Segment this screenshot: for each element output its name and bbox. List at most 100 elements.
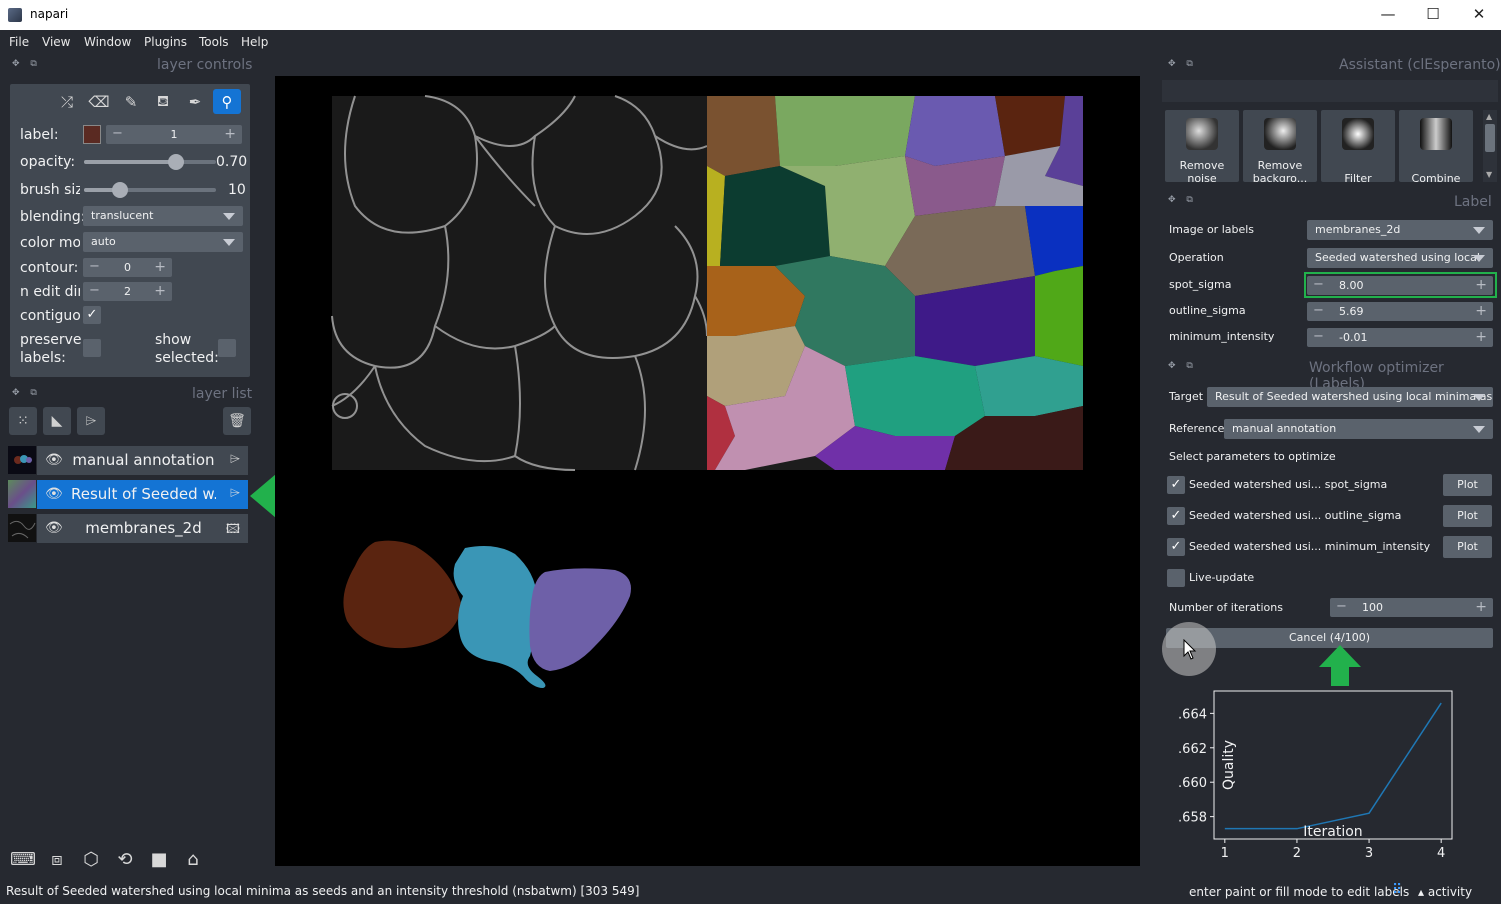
layer-row-membranes-2d[interactable]: 👁 membranes_2d 🖾 (37, 514, 248, 543)
close-button[interactable]: ✕ (1464, 4, 1494, 26)
dock-float-icons[interactable]: ✥ ⧉ (1168, 361, 1197, 371)
plus-icon[interactable]: + (1475, 276, 1487, 294)
remove-background-button[interactable]: Remove backgro... (1243, 110, 1317, 182)
minus-icon[interactable]: − (1313, 276, 1324, 294)
reference-dropdown[interactable]: manual annotation (1224, 419, 1493, 439)
brush-size-slider-handle[interactable] (111, 182, 128, 198)
title-bar: napari — ☐ ✕ (0, 0, 1501, 30)
assistant-scrollbar[interactable]: ▲ ▼ (1483, 110, 1497, 182)
menu-help[interactable]: Help (241, 35, 268, 49)
param-minimum-intensity-checkbox[interactable]: ✓ (1167, 538, 1185, 556)
paintbrush-icon[interactable]: ✎ (117, 89, 145, 114)
menu-view[interactable]: View (42, 35, 70, 49)
layer-name[interactable]: manual annotation (71, 451, 216, 469)
show-selected-checkbox[interactable] (218, 339, 236, 357)
dock-float-icons[interactable]: ✥ ⧉ (1168, 195, 1197, 205)
layer-name[interactable]: membranes_2d (71, 519, 216, 537)
param-outline-sigma-checkbox[interactable]: ✓ (1167, 507, 1185, 525)
menu-window[interactable]: Window (84, 35, 131, 49)
combine-button[interactable]: Combine (1399, 110, 1473, 182)
transpose-dims-icon[interactable]: ⟲ (110, 845, 140, 873)
grid-mode-icon[interactable]: ■ (144, 845, 174, 873)
shuffle-colors-icon[interactable]: ⤮ (53, 89, 81, 114)
color-mode-dropdown[interactable]: auto (83, 232, 243, 252)
menu-plugins[interactable]: Plugins (144, 35, 187, 49)
spot-sigma-spinbox[interactable]: − 8.00 + (1307, 276, 1493, 295)
activity-button[interactable]: ▴ activity (1418, 885, 1472, 899)
new-points-layer-icon[interactable]: ⁙ (9, 407, 37, 435)
layer-name[interactable]: Result of Seeded w... (71, 485, 216, 503)
layer-thumbnail-membranes (8, 514, 36, 542)
plot-spot-sigma-button[interactable]: Plot (1443, 474, 1492, 496)
home-icon[interactable]: ⌂ (178, 845, 208, 873)
eraser-icon[interactable]: ⌫ (85, 89, 113, 114)
remove-noise-button[interactable]: Remove noise (1165, 110, 1239, 182)
operation-label: Operation (1169, 251, 1224, 264)
layer-row-manual-annotation[interactable]: 👁 manual annotation ⌲ (37, 446, 248, 475)
param-spot-sigma-checkbox[interactable]: ✓ (1167, 476, 1185, 494)
manual-annotation-labels (343, 540, 631, 688)
scrollbar-thumb[interactable] (1485, 124, 1495, 152)
delete-layer-icon[interactable]: 🗑 (223, 407, 251, 435)
target-dropdown[interactable]: Result of Seeded watershed using local m… (1207, 387, 1493, 407)
contiguous-checkbox[interactable]: ✓ (83, 306, 101, 324)
plus-icon[interactable]: + (1475, 302, 1487, 320)
opacity-slider-handle[interactable] (168, 154, 185, 170)
ndisplay-toggle-icon[interactable]: ⧈ (42, 845, 72, 873)
menu-file[interactable]: File (9, 35, 29, 49)
assistant-title: Assistant (clEsperanto) (1339, 57, 1501, 73)
plus-icon[interactable]: + (224, 125, 236, 143)
combine-icon (1420, 118, 1452, 150)
opacity-slider[interactable] (84, 154, 216, 170)
maximize-button[interactable]: ☐ (1418, 4, 1448, 26)
dock-float-icons[interactable]: ✥ ⧉ (1168, 59, 1197, 69)
fill-bucket-icon[interactable]: ⛾ (149, 89, 177, 114)
image-or-labels-dropdown[interactable]: membranes_2d (1307, 220, 1493, 240)
new-labels-layer-icon[interactable]: ⌲ (77, 407, 105, 435)
minus-icon[interactable]: − (1336, 598, 1347, 616)
operation-dropdown[interactable]: Seeded watershed using local (1307, 248, 1493, 268)
plus-icon[interactable]: + (1475, 598, 1487, 616)
roll-dims-icon[interactable]: ⬡ (76, 845, 106, 873)
filter-button[interactable]: Filter (1321, 110, 1395, 182)
param-spot-sigma-label: Seeded watershed usi... spot_sigma (1189, 478, 1388, 491)
new-shapes-layer-icon[interactable]: ◣ (43, 407, 71, 435)
viewer-canvas[interactable] (275, 76, 1140, 866)
target-label: Target (1169, 390, 1204, 403)
n-edit-dim-spinbox[interactable]: − 2 + (83, 282, 172, 301)
minus-icon[interactable]: − (1313, 328, 1324, 346)
eye-icon[interactable]: 👁 (45, 520, 63, 536)
label-spinbox[interactable]: − 1 + (106, 125, 242, 144)
zoom-pan-icon[interactable]: ⚲ (213, 89, 241, 114)
menu-tools[interactable]: Tools (199, 35, 229, 49)
menu-bar: File View Window Plugins Tools Help (0, 30, 1501, 54)
operation-value: Seeded watershed using local (1315, 251, 1480, 264)
outline-sigma-spinbox[interactable]: − 5.69 + (1307, 302, 1493, 321)
minimize-button[interactable]: — (1373, 4, 1403, 26)
color-picker-icon[interactable]: ✒ (181, 89, 209, 114)
live-update-checkbox[interactable] (1167, 569, 1185, 587)
show-selected-label-1: show (155, 332, 192, 348)
console-icon[interactable]: ⌨ (8, 845, 38, 873)
blending-dropdown[interactable]: translucent (83, 206, 243, 226)
chevron-down-icon (1473, 255, 1485, 262)
blending-value: translucent (91, 209, 154, 222)
plus-icon[interactable]: + (154, 282, 166, 300)
brush-size-slider[interactable] (84, 182, 216, 198)
minus-icon[interactable]: − (1313, 302, 1324, 320)
plus-icon[interactable]: + (1475, 328, 1487, 346)
dock-float-icons[interactable]: ✥ ⧉ (12, 388, 41, 398)
dock-float-icons[interactable]: ✥ ⧉ (12, 59, 41, 69)
iterations-spinbox[interactable]: − 100 + (1330, 598, 1493, 617)
plot-outline-sigma-button[interactable]: Plot (1443, 505, 1492, 527)
scroll-down-icon[interactable]: ▼ (1486, 170, 1492, 179)
preserve-labels-checkbox[interactable] (83, 339, 101, 357)
layer-row-result-of-seeded-watershed[interactable]: 👁 Result of Seeded w... ⌲ (37, 480, 248, 509)
contour-spinbox[interactable]: − 0 + (83, 258, 172, 277)
plot-minimum-intensity-button[interactable]: Plot (1443, 536, 1492, 558)
eye-icon[interactable]: 👁 (45, 486, 63, 502)
minimum-intensity-spinbox[interactable]: − -0.01 + (1307, 328, 1493, 347)
eye-icon[interactable]: 👁 (45, 452, 63, 468)
scroll-up-icon[interactable]: ▲ (1486, 112, 1492, 121)
plus-icon[interactable]: + (154, 258, 166, 276)
